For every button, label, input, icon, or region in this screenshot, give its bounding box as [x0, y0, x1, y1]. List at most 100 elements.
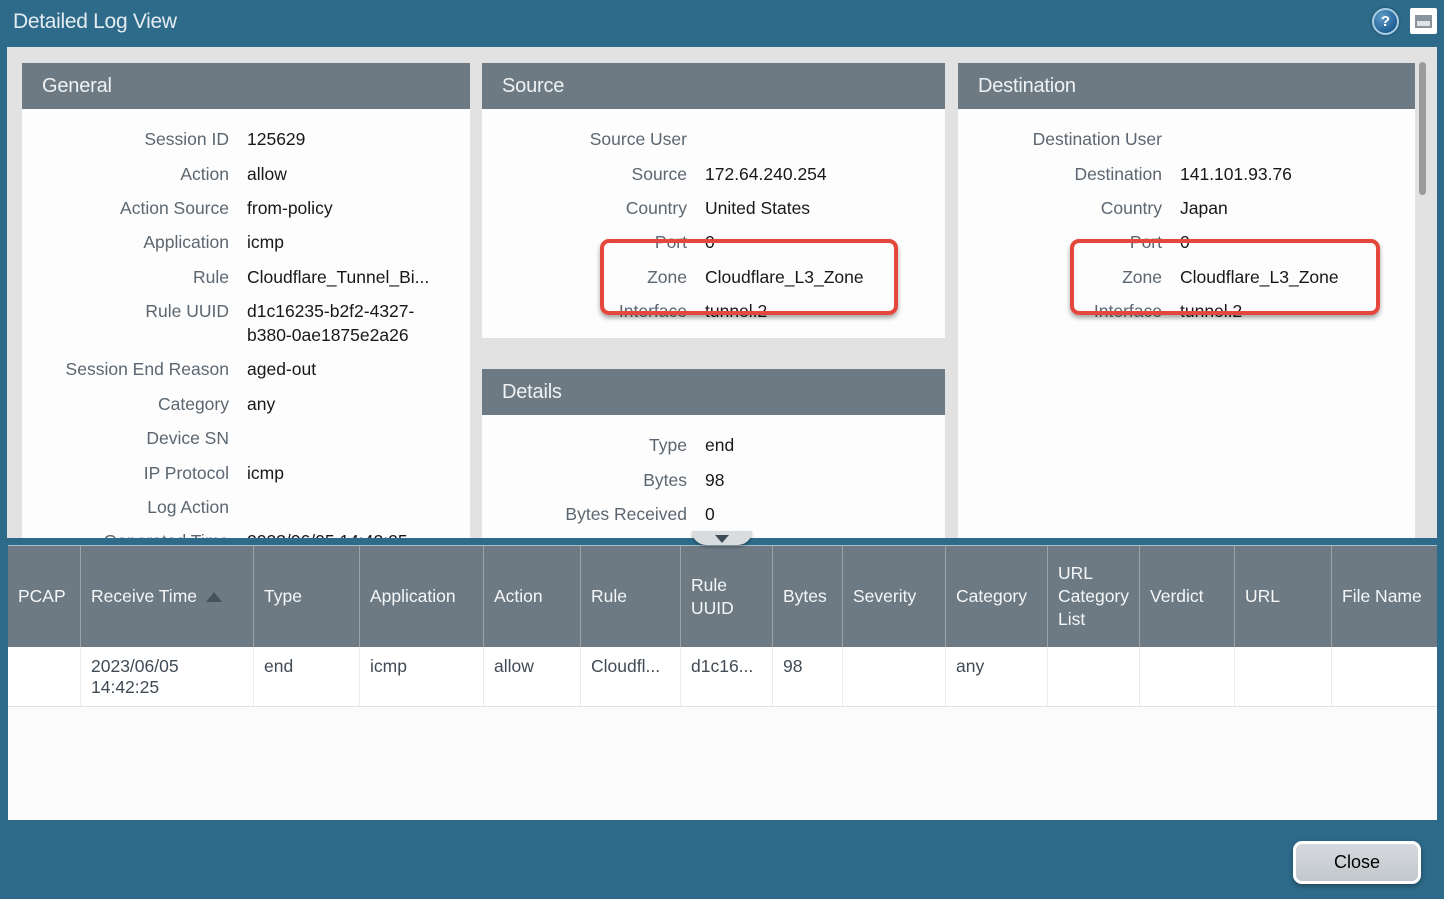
field-label: Country [958, 196, 1180, 220]
field-value: any [247, 392, 470, 416]
field-label: Category [22, 392, 247, 416]
column-header-rule[interactable]: Rule [581, 546, 681, 647]
cell-url-category-list [1048, 647, 1140, 706]
field-row: Applicationicmp [22, 225, 470, 259]
column-header-category[interactable]: Category [946, 546, 1048, 647]
table-row[interactable]: 2023/06/05 14:42:25 end icmp allow Cloud… [8, 647, 1437, 707]
field-row: Log Action [22, 490, 470, 524]
cell-rule: Cloudfl... [581, 647, 681, 706]
splitter-handle[interactable] [692, 531, 752, 545]
field-label: Rule UUID [22, 299, 247, 323]
field-label: Type [482, 433, 705, 457]
column-header-application[interactable]: Application [360, 546, 484, 647]
field-value: Cloudflare_L3_Zone [705, 265, 945, 289]
help-icon[interactable]: ? [1372, 8, 1399, 35]
field-row: Destination User [958, 122, 1415, 156]
field-value: 141.101.93.76 [1180, 162, 1415, 186]
field-row: CountryJapan [958, 191, 1415, 225]
field-value: d1c16235-b2f2-4327-b380-0ae1875e2a26 [247, 299, 470, 347]
field-row: Interfacetunnel.2 [958, 294, 1415, 328]
column-header-file-name[interactable]: File Name [1332, 546, 1437, 647]
field-label: Destination [958, 162, 1180, 186]
field-label: Log Action [22, 495, 247, 519]
field-value: tunnel.2 [705, 299, 945, 323]
field-label: Bytes Received [482, 502, 705, 526]
column-header-pcap[interactable]: PCAP [8, 546, 81, 647]
cell-receive-time: 2023/06/05 14:42:25 [81, 647, 254, 706]
column-header-verdict[interactable]: Verdict [1140, 546, 1235, 647]
detail-panels-area: General Session ID125629 Actionallow Act… [7, 47, 1437, 538]
destination-panel-title: Destination [958, 63, 1415, 109]
field-value: 2023/06/05 14:42:25 [247, 529, 470, 538]
field-value: Cloudflare_Tunnel_Bi... [247, 265, 470, 289]
cell-type: end [254, 647, 360, 706]
cell-verdict [1140, 647, 1235, 706]
field-label: Interface [482, 299, 705, 323]
field-label: Session ID [22, 127, 247, 151]
field-label: Device SN [22, 426, 247, 450]
general-panel: General Session ID125629 Actionallow Act… [22, 63, 470, 538]
field-value: icmp [247, 461, 470, 485]
field-row: Typeend [482, 428, 945, 462]
field-value: end [705, 433, 945, 457]
field-label: Zone [958, 265, 1180, 289]
scrollbar-thumb[interactable] [1419, 62, 1426, 195]
dialog-title: Detailed Log View [13, 10, 177, 34]
field-value: aged-out [247, 357, 470, 381]
log-table: PCAP Receive Time Type Application Actio… [8, 545, 1437, 820]
field-row: Port0 [958, 225, 1415, 259]
field-row: CountryUnited States [482, 191, 945, 225]
window-icon[interactable] [1410, 8, 1437, 34]
column-header-url-category-list[interactable]: URL Category List [1048, 546, 1140, 647]
cell-application: icmp [360, 647, 484, 706]
source-panel-title: Source [482, 63, 945, 109]
field-label: Source [482, 162, 705, 186]
field-value: 172.64.240.254 [705, 162, 945, 186]
chevron-down-icon [715, 535, 729, 543]
field-value: 0 [1180, 230, 1415, 254]
field-row: ZoneCloudflare_L3_Zone [958, 260, 1415, 294]
column-header-url[interactable]: URL [1235, 546, 1332, 647]
field-row: Generated Time2023/06/05 14:42:25 [22, 524, 470, 538]
field-row: Session ID125629 [22, 122, 470, 156]
field-value: 98 [705, 468, 945, 492]
sort-ascending-icon [206, 592, 222, 602]
cell-bytes: 98 [773, 647, 843, 706]
field-label: Port [482, 230, 705, 254]
cell-category: any [946, 647, 1048, 706]
detailed-log-view-dialog: Detailed Log View ? General Session ID12… [0, 0, 1444, 899]
field-row: Bytes98 [482, 462, 945, 496]
column-header-severity[interactable]: Severity [843, 546, 946, 647]
column-header-bytes[interactable]: Bytes [773, 546, 843, 647]
field-row: Actionallow [22, 156, 470, 190]
field-row: RuleCloudflare_Tunnel_Bi... [22, 260, 470, 294]
field-row: Rule UUIDd1c16235-b2f2-4327-b380-0ae1875… [22, 294, 470, 352]
field-value: United States [705, 196, 945, 220]
field-row: Source172.64.240.254 [482, 156, 945, 190]
field-label: Destination User [958, 127, 1180, 151]
column-header-action[interactable]: Action [484, 546, 581, 647]
column-header-type[interactable]: Type [254, 546, 360, 647]
close-button[interactable]: Close [1293, 841, 1421, 884]
field-row: Destination141.101.93.76 [958, 156, 1415, 190]
cell-action: allow [484, 647, 581, 706]
cell-pcap [8, 647, 81, 706]
field-label: Action [22, 162, 247, 186]
field-label: Generated Time [22, 529, 247, 538]
field-value: allow [247, 162, 470, 186]
general-panel-title: General [22, 63, 470, 109]
field-row: ZoneCloudflare_L3_Zone [482, 260, 945, 294]
field-label: Port [958, 230, 1180, 254]
field-value: Japan [1180, 196, 1415, 220]
field-value: tunnel.2 [1180, 299, 1415, 323]
source-panel: Source Source User Source172.64.240.254 … [482, 63, 945, 338]
window-icon-glyph [1415, 15, 1432, 28]
field-label: Country [482, 196, 705, 220]
field-row: Source User [482, 122, 945, 156]
log-table-header: PCAP Receive Time Type Application Actio… [8, 546, 1437, 647]
field-label: Source User [482, 127, 705, 151]
column-header-receive-time[interactable]: Receive Time [81, 546, 254, 647]
field-label: Rule [22, 265, 247, 289]
column-header-rule-uuid[interactable]: Rule UUID [681, 546, 773, 647]
field-value: 0 [705, 502, 945, 526]
